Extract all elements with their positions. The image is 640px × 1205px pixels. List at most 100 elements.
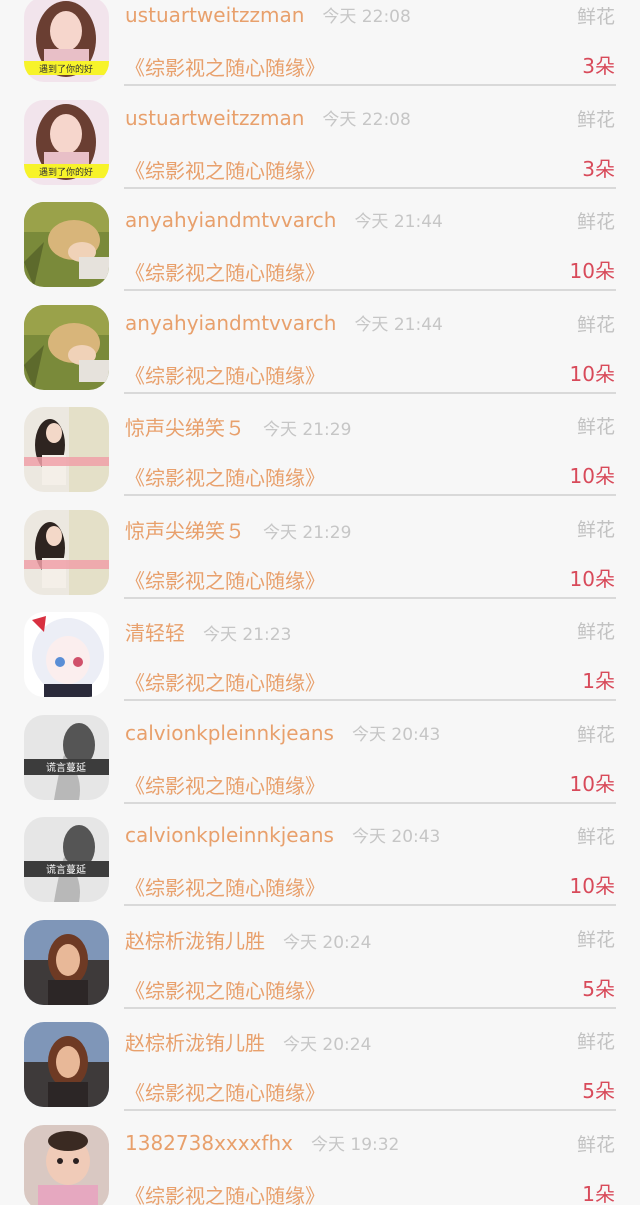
book-title-link[interactable]: 《综影视之随心随缘》 — [125, 257, 325, 286]
timestamp: 今天 19:32 — [310, 1134, 400, 1155]
timestamp: 今天 21:23 — [203, 625, 292, 645]
timestamp: 今天 20:43 — [351, 827, 441, 847]
user-avatar[interactable]: 遇到了你的好 — [24, 0, 109, 82]
username[interactable]: 惊声尖绨笑５ — [125, 412, 245, 441]
row-divider — [124, 801, 616, 804]
gift-type-label: 鲜花 — [576, 826, 615, 848]
gift-type-label: 鲜花 — [576, 6, 615, 28]
gift-amount: 1朵 — [582, 1181, 615, 1205]
gift-record-row[interactable]: 谎言蔓延 calvionkpleinnkjeans 今天 20:43 鲜花《综影视之随… — [0, 817, 640, 925]
book-title-link[interactable]: 《综影视之随心随缘》 — [125, 52, 325, 81]
gift-type-label: 鲜花 — [576, 928, 615, 951]
user-avatar[interactable]: 谎言蔓延 — [24, 714, 109, 800]
gift-amount: 5朵 — [582, 1079, 615, 1103]
name-line: 赵棕析泷铕儿胜 今天 20:24 — [125, 925, 371, 955]
book-title-link[interactable]: 《综影视之随心随缘》 — [125, 872, 325, 901]
gift-type-label: 鲜花 — [576, 1133, 615, 1156]
username[interactable]: calvionkpleinnkjeans — [125, 823, 334, 847]
timestamp: 今天 21:29 — [263, 522, 352, 543]
row-divider — [124, 84, 616, 86]
gift-type-label: 鲜花 — [576, 1031, 615, 1053]
book-title-link[interactable]: 《综影视之随心随缘》 — [125, 462, 325, 491]
gift-amount: 5朵 — [582, 976, 615, 1001]
username[interactable]: calvionkpleinnkjeans — [125, 721, 334, 745]
gift-type-label: 鲜花 — [576, 416, 615, 438]
book-title-link[interactable]: 《综影视之随心随缘》 — [125, 1180, 325, 1205]
gift-record-row[interactable]: 1382738xxxxfhx 今天 19:32 鲜花《综影视之随心随缘》 1朵 — [0, 1124, 640, 1205]
username[interactable]: anyahyiandmtvvarch — [125, 311, 336, 335]
user-avatar[interactable]: 谎言蔓延 — [24, 817, 109, 902]
username[interactable]: 1382738xxxxfhx — [125, 1131, 293, 1155]
gift-amount: 10朵 — [569, 464, 615, 488]
gift-record-row[interactable]: 遇到了你的好 ustuartweitzzman 今天 22:08 鲜花《综影视之随心随… — [0, 0, 640, 105]
row-divider — [124, 699, 616, 701]
name-line: 赵棕析泷铕儿胜 今天 20:24 — [125, 1027, 371, 1057]
gift-record-row[interactable]: 赵棕析泷铕儿胜 今天 20:24 鲜花《综影视之随心随缘》 5朵 — [0, 919, 640, 1028]
gift-type-label: 鲜花 — [576, 211, 615, 233]
name-line: ustuartweitzzman 今天 22:08 — [125, 2, 411, 32]
row-divider — [124, 1109, 616, 1111]
gift-type-label: 鲜花 — [576, 723, 615, 746]
username[interactable]: 赵棕析泷铕儿胜 — [125, 925, 265, 954]
user-avatar[interactable] — [24, 1124, 109, 1205]
book-title-link[interactable]: 《综影视之随心随缘》 — [125, 667, 325, 696]
user-avatar[interactable] — [24, 919, 109, 1005]
svg-text:谎言蔓延: 谎言蔓延 — [46, 863, 86, 876]
name-line: 清轻轻 今天 21:23 — [125, 617, 291, 647]
user-avatar[interactable] — [24, 304, 109, 390]
gift-amount: 10朵 — [569, 771, 615, 796]
timestamp: 今天 20:24 — [283, 1035, 372, 1055]
username[interactable]: 赵棕析泷铕儿胜 — [125, 1027, 265, 1056]
svg-text:谎言蔓延: 谎言蔓延 — [46, 761, 86, 774]
user-avatar[interactable] — [24, 407, 109, 492]
gift-record-list: 遇到了你的好 ustuartweitzzman 今天 22:08 鲜花 《综影视之随心随… — [0, 0, 640, 1205]
name-line: 1382738xxxxfhx 今天 19:32 — [125, 1130, 399, 1160]
row-divider — [124, 289, 616, 291]
user-avatar[interactable]: 遇到了你的好 — [24, 99, 109, 185]
username[interactable]: ustuartweitzzman — [125, 106, 304, 130]
book-title-link[interactable]: 《综影视之随心随缘》 — [125, 975, 325, 1004]
gift-type-label: 鲜花 — [576, 518, 615, 541]
name-line: anyahyiandmtvvarch 今天 21:44 — [125, 207, 443, 237]
row-divider — [124, 596, 616, 599]
user-avatar[interactable] — [24, 1022, 109, 1107]
gift-record-row[interactable]: 清轻轻 今天 21:23 鲜花《综影视之随心随缘》 1朵 — [0, 612, 640, 720]
name-line: calvionkpleinnkjeans 今天 20:43 — [125, 822, 440, 852]
book-title-link[interactable]: 《综影视之随心随缘》 — [125, 770, 325, 799]
username[interactable]: ustuartweitzzman — [125, 3, 304, 27]
timestamp: 今天 20:24 — [283, 932, 372, 953]
book-title-link[interactable]: 《综影视之随心随缘》 — [125, 565, 325, 594]
book-title-link[interactable]: 《综影视之随心随缘》 — [125, 360, 325, 389]
gift-record-row[interactable]: anyahyiandmtvvarch 今天 21:44 鲜花 《综影视之随心随缘》 10… — [0, 202, 640, 310]
gift-type-label: 鲜花 — [576, 108, 615, 131]
gift-amount: 1朵 — [582, 669, 615, 693]
timestamp: 今天 22:08 — [322, 7, 411, 27]
username[interactable]: 惊声尖绨笑５ — [125, 515, 245, 544]
book-title-link[interactable]: 《综影视之随心随缘》 — [125, 155, 325, 184]
username[interactable]: anyahyiandmtvvarch — [125, 208, 336, 232]
gift-record-row[interactable]: 赵棕析泷铕儿胜 今天 20:24 鲜花《综影视之随心随缘》 5朵 — [0, 1022, 640, 1130]
gift-amount: 10朵 — [569, 874, 615, 898]
gift-record-row[interactable]: 遇到了你的好 ustuartweitzzman 今天 22:08 鲜花《综影视之随心随… — [0, 99, 640, 208]
gift-record-row[interactable]: 惊声尖绨笑５ 今天 21:29 鲜花《综影视之随心随缘》 10朵 — [0, 407, 640, 515]
gift-amount: 3朵 — [582, 156, 615, 181]
name-line: anyahyiandmtvvarch 今天 21:44 — [125, 310, 443, 340]
timestamp: 今天 21:29 — [263, 420, 352, 440]
timestamp: 今天 21:44 — [354, 212, 443, 232]
gift-type-label: 鲜花 — [576, 621, 615, 643]
gift-record-row[interactable]: 惊声尖绨笑５ 今天 21:29 鲜花 《综影视之随心随缘》 10朵 — [0, 509, 640, 618]
user-avatar[interactable] — [24, 509, 109, 595]
timestamp: 今天 22:08 — [322, 109, 411, 130]
book-title-link[interactable]: 《综影视之随心随缘》 — [125, 1077, 325, 1106]
row-divider — [124, 1006, 616, 1009]
user-avatar[interactable] — [24, 612, 109, 697]
gift-type-label: 鲜花 — [576, 313, 615, 336]
gift-record-row[interactable]: anyahyiandmtvvarch 今天 21:44 鲜花 《综影视之随心随缘》 10… — [0, 304, 640, 413]
row-divider — [124, 494, 616, 496]
svg-text:遇到了你的好: 遇到了你的好 — [39, 63, 93, 75]
gift-record-row[interactable]: 谎言蔓延 calvionkpleinnkjeans 今天 20:43 鲜花《综影视之随… — [0, 714, 640, 823]
name-line: 惊声尖绨笑５ 今天 21:29 — [125, 412, 351, 442]
user-avatar[interactable] — [24, 202, 109, 287]
timestamp: 今天 20:43 — [351, 724, 441, 745]
username[interactable]: 清轻轻 — [125, 617, 185, 646]
